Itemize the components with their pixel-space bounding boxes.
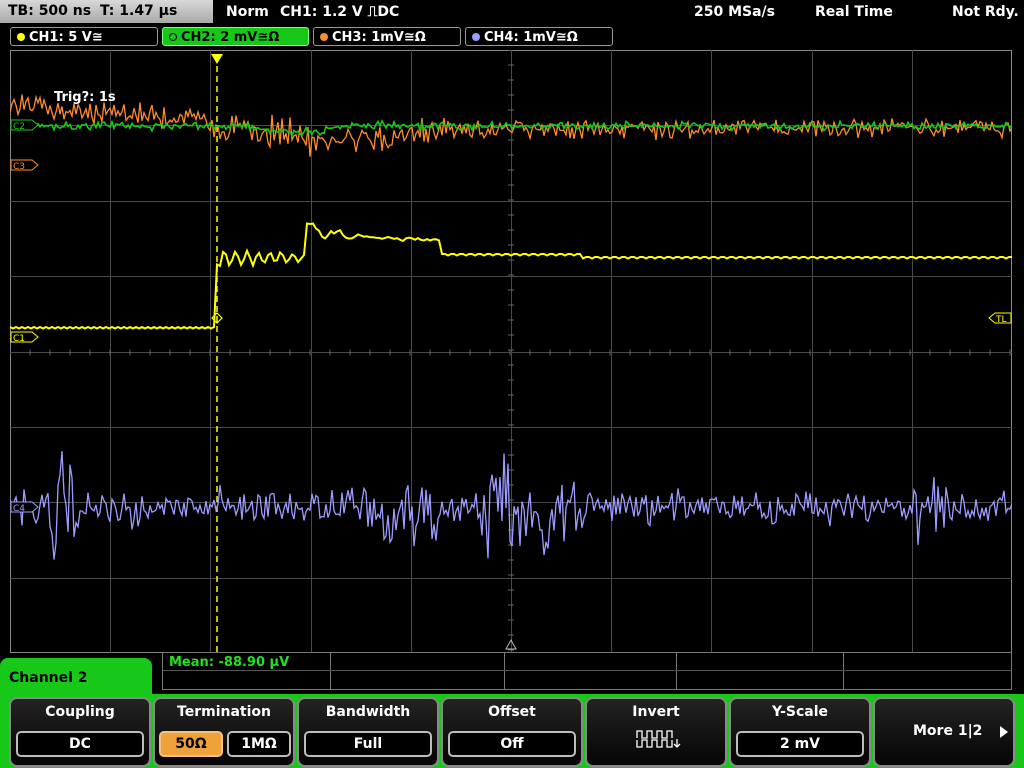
offset-softkey[interactable]: Offset Off — [441, 697, 583, 767]
timebase-box[interactable]: TB: 500 ns T: 1.47 µs — [0, 0, 213, 23]
marker-c1[interactable]: C1 — [10, 331, 39, 344]
ch2-label: CH2: 2 mV≅Ω — [181, 30, 280, 45]
trigger-status-text: Trig?: 1s — [54, 90, 116, 105]
sample-rate: 250 MSa/s — [694, 4, 776, 20]
channel-tab-ch3[interactable]: CH3: 1mV≅Ω — [313, 27, 461, 46]
marker-c4[interactable]: C4 — [10, 501, 39, 514]
ch2-color-dot — [169, 33, 177, 41]
acquisition-status: Not Rdy. — [952, 4, 1019, 20]
offset-title: Offset — [488, 704, 536, 720]
y-scale-value[interactable]: 2 mV — [736, 731, 864, 757]
termination-50ohm-option[interactable]: 50Ω — [159, 731, 223, 757]
bandwidth-title: Bandwidth — [325, 704, 411, 720]
ch4-color-dot — [472, 33, 480, 41]
channel-tab-ch1[interactable]: CH1: 5 V≅ — [10, 27, 158, 46]
trigger-info[interactable]: CH1: 1.2 V ⎍DC — [280, 4, 399, 20]
y-scale-softkey[interactable]: Y-Scale 2 mV — [729, 697, 871, 767]
measurement-bar: Mean: -88.90 µV — [162, 652, 1012, 690]
status-bar: TB: 500 ns T: 1.47 µs Norm CH1: 1.2 V ⎍D… — [0, 0, 1024, 24]
trigger-mode[interactable]: Norm — [226, 4, 269, 20]
trigger-position-marker[interactable] — [211, 54, 223, 64]
next-page-icon — [1000, 726, 1008, 738]
channel-tab-ch4[interactable]: CH4: 1mV≅Ω — [465, 27, 613, 46]
invert-title: Invert — [632, 704, 680, 720]
timebase-value: TB: 500 ns — [8, 3, 92, 19]
ch3-label: CH3: 1mV≅Ω — [332, 30, 426, 45]
more-label: More 1|2 — [913, 723, 983, 739]
marker-c2[interactable]: C2 — [10, 119, 39, 132]
ch1-color-dot — [17, 33, 25, 41]
waveform-display[interactable]: C2 C3 C1 C4 TL Trig?: 1s — [10, 50, 1012, 653]
channel-tabs: CH1: 5 V≅ CH2: 2 mV≅Ω CH3: 1mV≅Ω CH4: 1m… — [0, 26, 1024, 48]
bandwidth-value[interactable]: Full — [304, 731, 432, 757]
ch4-label: CH4: 1mV≅Ω — [484, 30, 578, 45]
termination-1mohm-option[interactable]: 1MΩ — [227, 731, 291, 757]
mean-measurement: Mean: -88.90 µV — [169, 655, 290, 670]
termination-title: Termination — [177, 704, 271, 720]
marker-c3-label: C3 — [13, 162, 25, 172]
channel-tab-ch2[interactable]: CH2: 2 mV≅Ω — [162, 27, 309, 46]
trigger-level-marker[interactable]: TL — [988, 312, 1012, 325]
coupling-value[interactable]: DC — [16, 731, 144, 757]
trigger-level-label: TL — [995, 315, 1007, 325]
offset-value[interactable]: Off — [448, 731, 576, 757]
marker-c4-label: C4 — [13, 504, 25, 514]
menu-title: Channel 2 — [0, 658, 152, 702]
menu-title-label: Channel 2 — [9, 670, 88, 686]
bandwidth-softkey[interactable]: Bandwidth Full — [297, 697, 439, 767]
termination-softkey[interactable]: Termination 50Ω 1MΩ — [153, 697, 295, 767]
ch3-color-dot — [320, 33, 328, 41]
coupling-softkey[interactable]: Coupling DC — [9, 697, 151, 767]
invert-softkey[interactable]: Invert — [585, 697, 727, 767]
marker-c3[interactable]: C3 — [10, 159, 39, 172]
trigger-time-value: T: 1.47 µs — [100, 3, 178, 19]
coupling-title: Coupling — [45, 704, 115, 720]
invert-icon — [636, 730, 681, 748]
marker-c2-label: C2 — [13, 122, 25, 132]
y-scale-title: Y-Scale — [771, 704, 828, 720]
acquisition-mode[interactable]: Real Time — [815, 4, 893, 20]
more-softkey[interactable]: More 1|2 — [873, 697, 1015, 767]
ch1-label: CH1: 5 V≅ — [29, 30, 103, 45]
marker-c1-label: C1 — [13, 334, 25, 344]
graticule — [10, 50, 1012, 653]
